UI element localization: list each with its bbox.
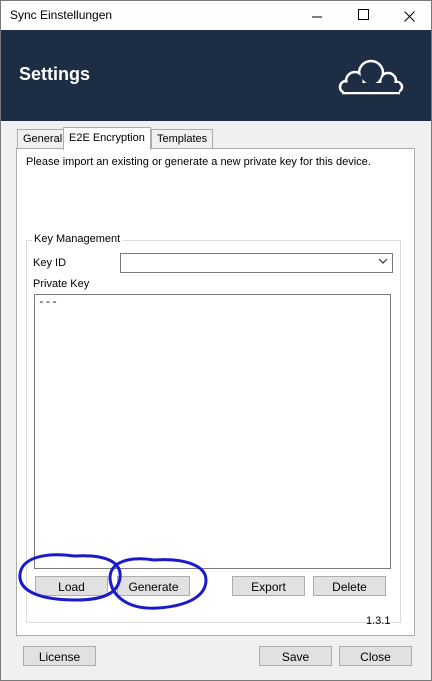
tab-templates[interactable]: Templates	[151, 129, 214, 148]
close-icon	[403, 10, 415, 22]
key-id-dropdown[interactable]	[120, 253, 393, 273]
minimize-button[interactable]	[294, 1, 340, 30]
chevron-down-icon	[378, 258, 388, 264]
settings-header: Settings	[1, 30, 431, 121]
cloud-icon	[338, 59, 404, 95]
generate-circle-mark	[108, 557, 208, 610]
private-key-label: Private Key	[33, 278, 90, 290]
title-bar: Sync Einstellungen	[1, 1, 431, 30]
minimize-icon	[311, 16, 322, 18]
license-button[interactable]: License	[23, 646, 96, 666]
version-label: 1.3.1	[366, 615, 391, 627]
close-window-button[interactable]	[386, 1, 432, 30]
intro-text: Please import an existing or generate a …	[26, 156, 371, 168]
load-circle-mark	[18, 553, 122, 602]
maximize-button[interactable]	[340, 1, 386, 30]
window-title: Sync Einstellungen	[10, 8, 113, 22]
delete-button[interactable]: Delete	[313, 576, 386, 596]
private-key-value: ---	[38, 297, 58, 309]
key-id-label: Key ID	[33, 257, 67, 269]
export-button[interactable]: Export	[232, 576, 305, 596]
close-button[interactable]: Close	[339, 646, 412, 666]
save-button[interactable]: Save	[259, 646, 332, 666]
hand-drawn-circles	[18, 553, 208, 610]
tab-e2e-encryption[interactable]: E2E Encryption	[63, 127, 151, 150]
group-label: Key Management	[32, 233, 123, 245]
private-key-textarea[interactable]: ---	[34, 294, 391, 569]
header-title: Settings	[19, 64, 91, 84]
maximize-icon	[357, 9, 369, 21]
tab-general[interactable]: General	[17, 129, 69, 148]
